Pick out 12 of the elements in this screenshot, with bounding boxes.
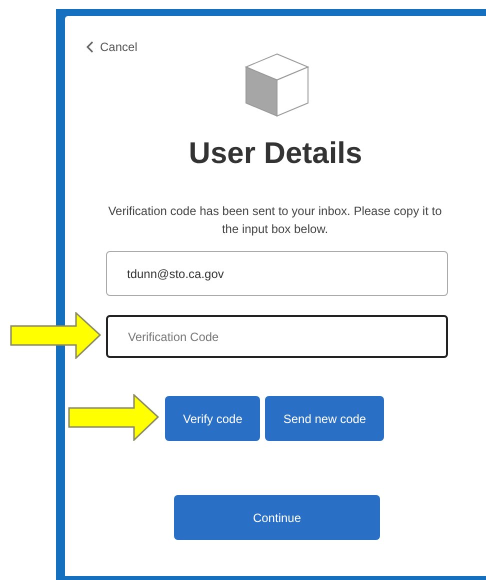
continue-button[interactable]: Continue [174, 495, 380, 540]
chevron-left-icon [86, 41, 94, 53]
cube-icon [245, 53, 309, 117]
arrow-annotation-icon [10, 312, 101, 359]
page-title: User Details [188, 136, 364, 172]
cancel-link[interactable]: Cancel [86, 38, 138, 56]
arrow-annotation-icon [68, 394, 159, 441]
send-new-code-button[interactable]: Send new code [265, 396, 384, 441]
instruction-text: Verification code has been sent to your inbox. Please copy it to the input box below. [107, 203, 443, 238]
email-field[interactable]: tdunn@sto.ca.gov [106, 251, 448, 296]
verification-code-field[interactable]: Verification Code [106, 315, 448, 358]
verify-code-button[interactable]: Verify code [165, 396, 260, 441]
